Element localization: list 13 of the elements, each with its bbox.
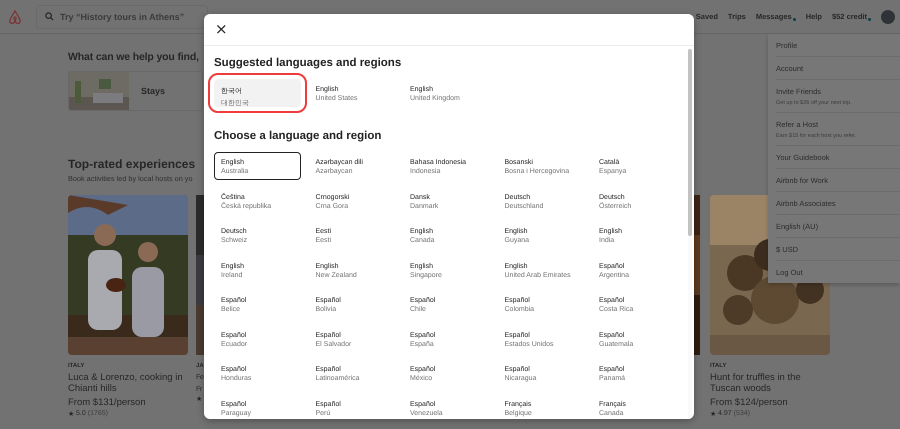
avatar[interactable]	[881, 10, 895, 24]
section-heading: Top-rated experiences	[68, 157, 196, 171]
card-title: Hunt for truffles in the Tuscan woods	[710, 372, 802, 394]
search-icon	[45, 12, 54, 21]
section-heading: What can we help you find,	[68, 51, 199, 63]
card-title: Luca & Lorenzo, cooking in Chianti hills	[68, 372, 184, 394]
section-heading: Suggested languages and regions	[214, 57, 402, 69]
section-heading: Choose a language and region	[214, 130, 382, 142]
card-price: From $131/person	[68, 397, 147, 408]
scrollbar-thumb[interactable]	[688, 49, 692, 236]
close-button[interactable]: ×	[212, 22, 231, 37]
card-price: From $124/person	[710, 397, 789, 408]
logo-icon[interactable]	[8, 8, 22, 24]
